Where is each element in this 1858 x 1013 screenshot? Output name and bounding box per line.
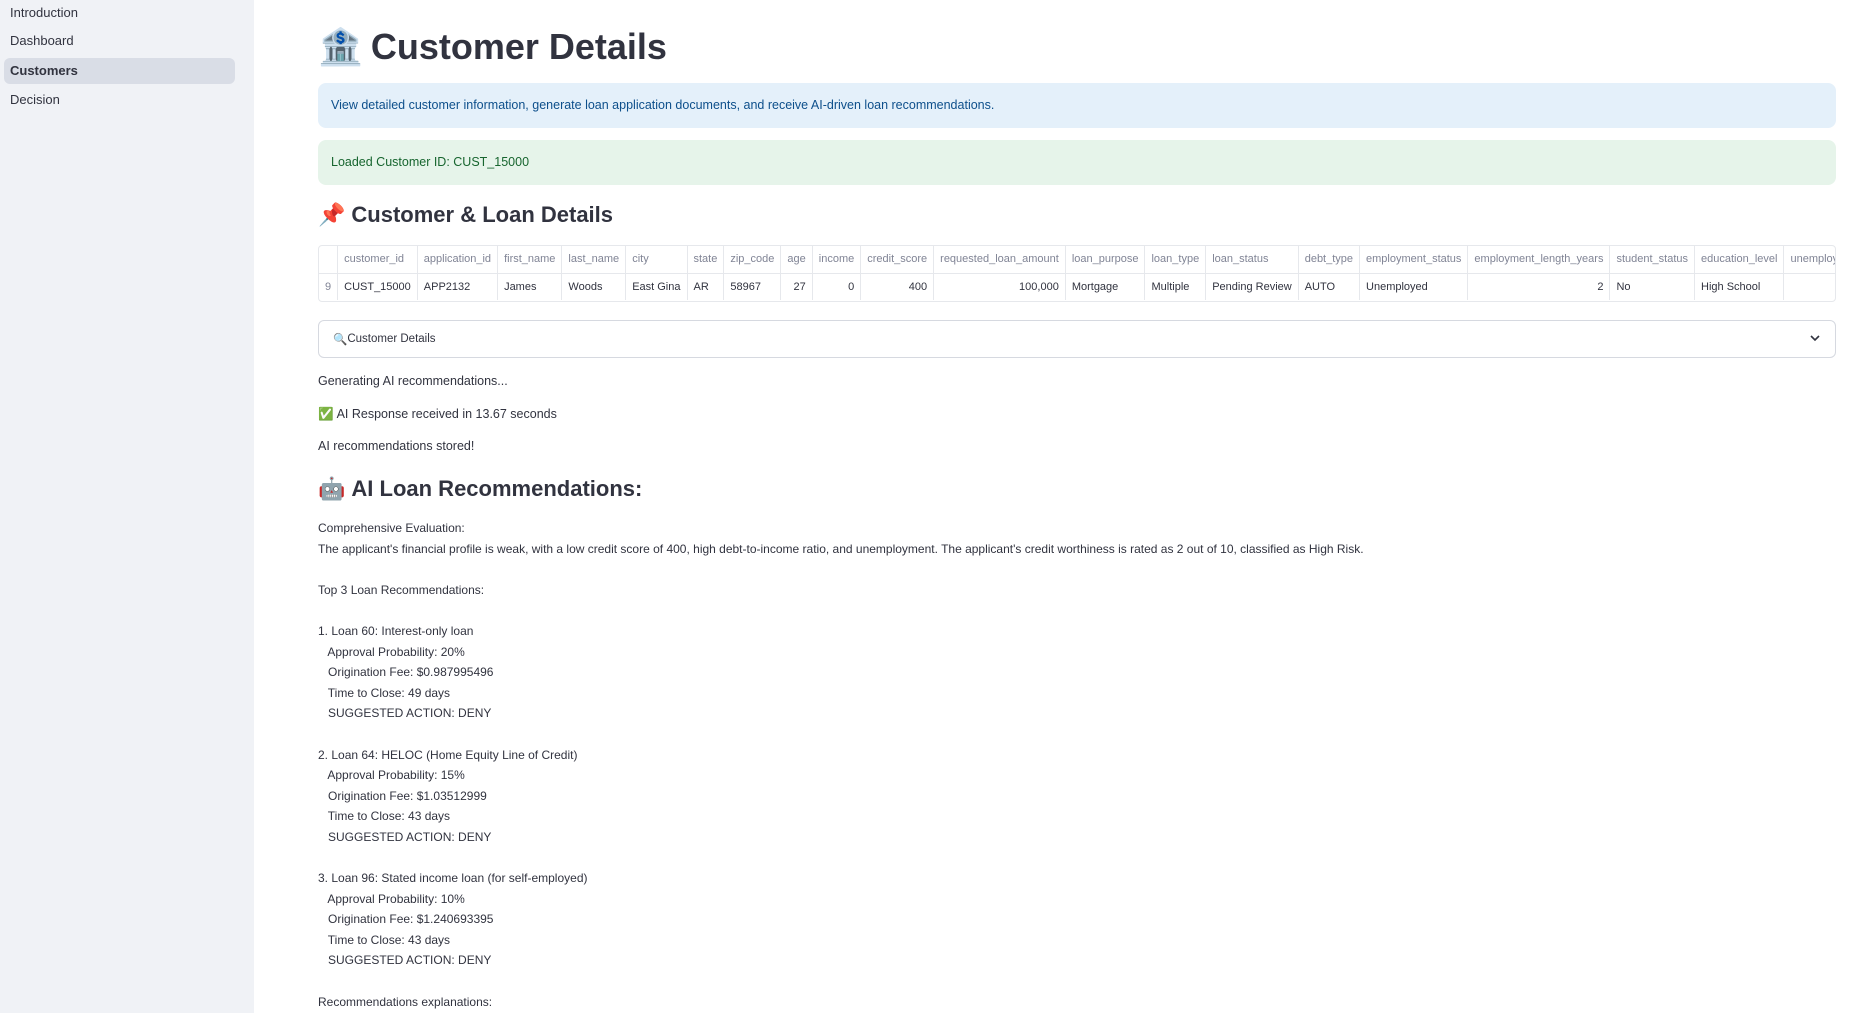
- table-cell[interactable]: Woods: [561, 273, 627, 300]
- column-header[interactable]: loan_status: [1205, 246, 1299, 274]
- check-icon: ✅: [318, 406, 334, 421]
- column-header[interactable]: state: [687, 246, 725, 274]
- customer-details-expander[interactable]: 🔍 Customer Details: [318, 320, 1836, 358]
- column-header[interactable]: debt_type: [1298, 246, 1361, 274]
- generating-status: Generating AI recommendations...: [318, 374, 508, 388]
- table-cell[interactable]: 58967: [723, 273, 782, 300]
- column-header[interactable]: age: [780, 246, 813, 274]
- page-title: 🏦 Customer Details: [318, 26, 667, 68]
- table-cell[interactable]: 27: [780, 273, 813, 300]
- column-header[interactable]: credit_score: [860, 246, 935, 274]
- sidebar-item-dashboard[interactable]: Dashboard: [4, 28, 235, 54]
- column-header[interactable]: loan_type: [1144, 246, 1207, 274]
- sidebar-item-customers[interactable]: Customers: [4, 58, 235, 84]
- stored-status: AI recommendations stored!: [318, 439, 475, 453]
- table-cell[interactable]: [1783, 273, 1835, 300]
- column-header[interactable]: zip_code: [723, 246, 782, 274]
- table-row[interactable]: 9 CUST_15000 APP2132 James Woods East Gi…: [319, 273, 1835, 300]
- table-cell[interactable]: Unemployed: [1359, 273, 1469, 300]
- column-header[interactable]: income: [812, 246, 862, 274]
- table-cell[interactable]: James: [497, 273, 563, 300]
- section-title: Customer & Loan Details: [351, 202, 614, 227]
- column-header[interactable]: employment_length_years: [1467, 246, 1611, 274]
- customer-loan-table[interactable]: customer_id application_id first_name la…: [318, 245, 1836, 302]
- page-title-text: Customer Details: [370, 26, 667, 67]
- sidebar: Introduction Dashboard Customers Decisio…: [0, 0, 254, 1013]
- table-cell[interactable]: 100,000: [933, 273, 1066, 300]
- column-header[interactable]: last_name: [561, 246, 627, 274]
- table-header-row: customer_id application_id first_name la…: [319, 246, 1835, 274]
- column-header[interactable]: loan_purpose: [1065, 246, 1146, 274]
- table-cell[interactable]: Pending Review: [1205, 273, 1299, 300]
- table-cell[interactable]: CUST_15000: [337, 273, 418, 300]
- expander-label: Customer Details: [347, 333, 436, 345]
- response-status: ✅ AI Response received in 13.67 seconds: [318, 406, 557, 422]
- section-customer-loan-details: 📌 Customer & Loan Details: [318, 202, 613, 228]
- column-header[interactable]: employment_status: [1359, 246, 1469, 274]
- table-cell[interactable]: 400: [860, 273, 935, 300]
- robot-icon: 🤖: [318, 476, 346, 502]
- table-cell[interactable]: APP2132: [417, 273, 499, 300]
- table-cell[interactable]: High School: [1694, 273, 1785, 300]
- table-cell[interactable]: No: [1609, 273, 1696, 300]
- row-index: 9: [319, 273, 339, 300]
- info-alert: View detailed customer information, gene…: [318, 83, 1836, 128]
- column-header[interactable]: student_status: [1609, 246, 1696, 274]
- bank-icon: 🏦: [318, 27, 363, 68]
- table-cell[interactable]: East Gina: [625, 273, 688, 300]
- magnifier-icon: 🔍: [333, 332, 348, 346]
- column-header[interactable]: first_name: [497, 246, 563, 274]
- section-ai-recommendations: 🤖 AI Loan Recommendations:: [318, 476, 642, 502]
- chevron-down-icon[interactable]: [1809, 332, 1821, 347]
- column-header[interactable]: requested_loan_amount: [933, 246, 1066, 274]
- recommendations-text: Comprehensive Evaluation: The applicant'…: [318, 521, 1364, 1009]
- sidebar-item-decision[interactable]: Decision: [4, 87, 235, 113]
- table-cell[interactable]: AUTO: [1298, 273, 1361, 300]
- table-cell[interactable]: 2: [1467, 273, 1611, 300]
- column-header[interactable]: customer_id: [337, 246, 418, 274]
- index-header: [319, 246, 339, 274]
- pushpin-icon: 📌: [318, 202, 346, 228]
- column-header[interactable]: city: [625, 246, 688, 274]
- table-cell[interactable]: 0: [812, 273, 862, 300]
- table-cell[interactable]: Multiple: [1144, 273, 1207, 300]
- sidebar-item-introduction[interactable]: Introduction: [4, 0, 235, 26]
- section-title: AI Loan Recommendations:: [351, 476, 643, 501]
- column-header[interactable]: application_id: [417, 246, 499, 274]
- success-alert: Loaded Customer ID: CUST_15000: [318, 140, 1836, 185]
- column-header[interactable]: unemployed: [1783, 246, 1835, 274]
- column-header[interactable]: education_level: [1694, 246, 1785, 274]
- table-cell[interactable]: Mortgage: [1065, 273, 1146, 300]
- table-cell[interactable]: AR: [687, 273, 725, 300]
- response-status-text: AI Response received in 13.67 seconds: [336, 407, 557, 421]
